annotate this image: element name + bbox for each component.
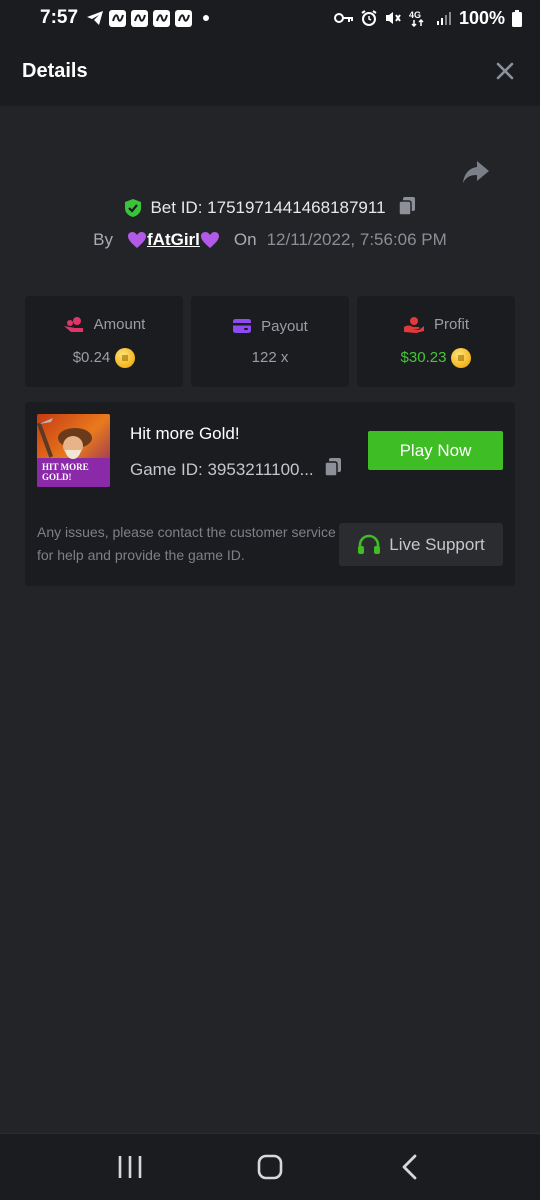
back-button[interactable]	[380, 1142, 440, 1192]
coin-icon	[115, 347, 136, 368]
signal-icon	[436, 12, 451, 25]
game-thumbnail[interactable]: HIT MORE GOLD!	[37, 414, 110, 487]
on-label: On	[233, 230, 257, 249]
svg-text:4G: 4G	[409, 10, 421, 20]
game-card: HIT MORE GOLD! Hit more Gold! Game ID: 3…	[25, 402, 515, 586]
live-support-button[interactable]: Live Support	[339, 523, 503, 566]
play-now-button[interactable]: Play Now	[368, 431, 503, 470]
more-notifications-dot	[203, 15, 210, 21]
username-text: fAtGirl	[147, 230, 200, 249]
purple-heart-icon	[128, 232, 147, 248]
profit-hand-icon	[403, 316, 424, 333]
home-icon	[257, 1154, 283, 1180]
bet-datetime: 12/11/2022, 7:56:06 PM	[266, 230, 447, 249]
status-bar: 7:57 4G 100%	[0, 0, 540, 36]
back-icon	[402, 1154, 417, 1180]
thumb-title-line2: GOLD!	[42, 472, 72, 482]
bet-id-text: Bet ID: 1751971441468187911	[150, 198, 386, 217]
coin-icon	[451, 347, 472, 368]
bet-id-row: Bet ID: 1751971441468187911	[0, 194, 540, 222]
payout-label: Payout	[261, 317, 308, 335]
battery-icon	[512, 9, 522, 27]
close-icon	[496, 62, 514, 80]
bet-stats: Amount $0.24 Payout 122 x Profit $30.23	[25, 296, 515, 387]
vpn-key-icon	[333, 13, 353, 23]
recent-apps-button[interactable]	[100, 1142, 160, 1192]
purple-heart-icon	[200, 232, 219, 248]
game-id-row: Game ID: 3953211100...	[130, 457, 342, 482]
amount-card: Amount $0.24	[25, 296, 183, 387]
network-4g-icon: 4G	[409, 10, 424, 27]
mute-icon	[385, 12, 401, 24]
payout-value: 122 x	[251, 348, 289, 366]
home-button[interactable]	[240, 1142, 300, 1192]
amount-value: $0.24	[72, 349, 111, 366]
profit-value: $30.23	[400, 349, 447, 366]
profit-card: Profit $30.23	[357, 296, 515, 387]
profit-label: Profit	[433, 316, 469, 333]
username-link[interactable]: fAtGirl	[127, 230, 220, 250]
telegram-icon	[87, 11, 104, 25]
status-time: 7:57	[40, 7, 79, 28]
live-support-label: Live Support	[389, 534, 485, 554]
share-icon	[463, 161, 489, 183]
battery-percent: 100%	[458, 7, 505, 28]
game-id-text: Game ID: 3953211100...	[130, 459, 314, 479]
payout-card: Payout 122 x	[191, 296, 349, 387]
recent-apps-icon	[118, 1156, 142, 1178]
close-button[interactable]	[492, 58, 518, 84]
copy-icon	[323, 458, 341, 477]
bet-amount-icon	[63, 316, 83, 332]
alarm-icon	[361, 10, 377, 26]
app-notification-icon	[109, 9, 127, 27]
status-right-icons: 4G 100%	[333, 7, 522, 29]
amount-label: Amount	[93, 316, 146, 333]
bet-author-row: By fAtGirl On 12/11/2022, 7:56:06 PM	[0, 226, 540, 254]
support-message: Any issues, please contact the customer …	[37, 524, 336, 563]
header: Details	[0, 36, 540, 106]
wallet-icon	[233, 319, 252, 333]
copy-bet-id-button[interactable]	[397, 196, 416, 221]
headset-icon	[358, 534, 381, 554]
system-nav-bar	[0, 1133, 540, 1200]
app-notification-icon	[175, 9, 193, 27]
app-notification-icon	[153, 9, 171, 27]
game-title: Hit more Gold!	[130, 424, 240, 443]
notification-icons	[86, 9, 210, 27]
share-button[interactable]	[460, 158, 492, 186]
thumb-title-line1: HIT MORE	[42, 462, 89, 472]
copy-icon	[397, 196, 415, 216]
copy-game-id-button[interactable]	[323, 457, 342, 482]
app-notification-icon	[131, 9, 149, 27]
by-label: By	[93, 230, 114, 249]
page-title: Details	[22, 59, 88, 82]
shield-check-icon	[125, 199, 142, 217]
